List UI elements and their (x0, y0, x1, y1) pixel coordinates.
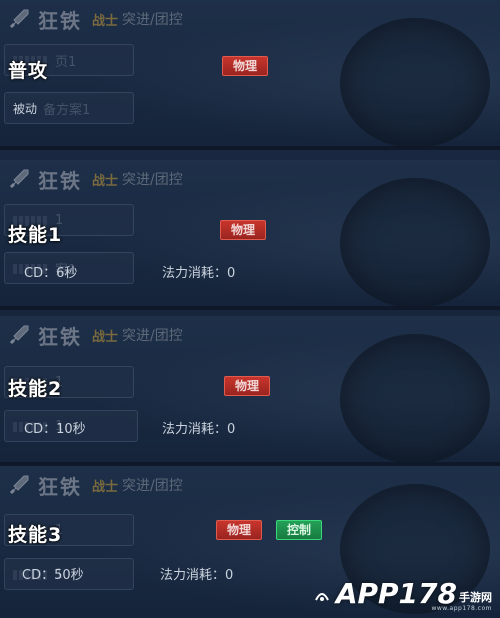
cooldown-text: CD：10秒 (24, 422, 86, 437)
hero-role: 突进/团控 (122, 478, 183, 494)
hero-name: 狂铁 (38, 474, 82, 499)
watermark-url: www.app178.com (431, 605, 492, 612)
hero-role: 突进/团控 (122, 172, 183, 188)
ghost-passive-box: 被动 备方案1 (4, 92, 134, 124)
passive-label: 被动 (13, 101, 38, 116)
skill-panel-basic-attack: 狂铁 战士 突进/团控 页1 被动 备方案1 普攻 物理 (0, 0, 500, 150)
hero-background-art (340, 18, 490, 146)
watermark-sub: 手游网 (459, 590, 492, 604)
hero-name: 狂铁 (38, 168, 82, 193)
hero-background-art (340, 334, 490, 462)
skill-panel-skill-1: 狂铁 战士 突进/团控 1 案1 技能1 物理 CD：6秒 法力消耗：0 (0, 160, 500, 310)
physical-tag: 物理 (224, 376, 271, 396)
hero-role: 突进/团控 (122, 12, 183, 28)
site-watermark-logo: APP178 手游网 www.app178.com (312, 577, 492, 612)
hero-class: 战士 (92, 329, 119, 345)
cooldown-text: CD：50秒 (22, 568, 84, 583)
skill-name: 技能1 (8, 224, 63, 246)
mana-cost-text: 法力消耗：0 (162, 266, 236, 281)
hero-name: 狂铁 (38, 324, 82, 349)
hero-header: 狂铁 战士 突进/团控 (8, 472, 183, 499)
hero-class: 战士 (92, 13, 119, 29)
skill-panel-skill-3: 狂铁 战士 突进/团控 1 1 技能3 物理 控制 CD：50秒 法力消耗：0 … (0, 466, 500, 618)
sword-icon (8, 8, 30, 30)
mana-cost-text: 法力消耗：0 (162, 422, 236, 437)
physical-tag: 物理 (216, 520, 263, 540)
control-tag: 控制 (276, 520, 323, 540)
signal-icon (314, 592, 329, 601)
cooldown-text: CD：6秒 (24, 266, 78, 281)
skill-name: 技能2 (8, 378, 63, 400)
skill-info-page: 狂铁 战士 突进/团控 页1 被动 备方案1 普攻 物理 狂铁 战士 突进/团控… (0, 0, 500, 618)
hero-name: 狂铁 (38, 8, 82, 33)
mana-cost-text: 法力消耗：0 (160, 568, 234, 583)
sword-icon (8, 324, 30, 346)
skill-panel-skill-2: 狂铁 战士 突进/团控 1 1 技能2 物理 CD：10秒 法力消耗：0 (0, 316, 500, 466)
hero-header: 狂铁 战士 突进/团控 (8, 322, 183, 349)
hero-class: 战士 (92, 479, 119, 495)
physical-tag: 物理 (220, 220, 267, 240)
hero-background-art (340, 178, 490, 306)
skill-name: 技能3 (8, 524, 63, 546)
skill-name: 普攻 (8, 60, 49, 82)
hero-header: 狂铁 战士 突进/团控 (8, 166, 183, 193)
hero-role: 突进/团控 (122, 328, 183, 344)
sword-icon (8, 168, 30, 190)
sword-icon (8, 474, 30, 496)
ghost-plan-text: 页1 (55, 54, 77, 70)
hero-class: 战士 (92, 173, 119, 189)
physical-tag: 物理 (222, 56, 269, 76)
hero-header: 狂铁 战士 突进/团控 (8, 6, 183, 33)
ghost-plan-text: 备方案1 (43, 102, 91, 118)
